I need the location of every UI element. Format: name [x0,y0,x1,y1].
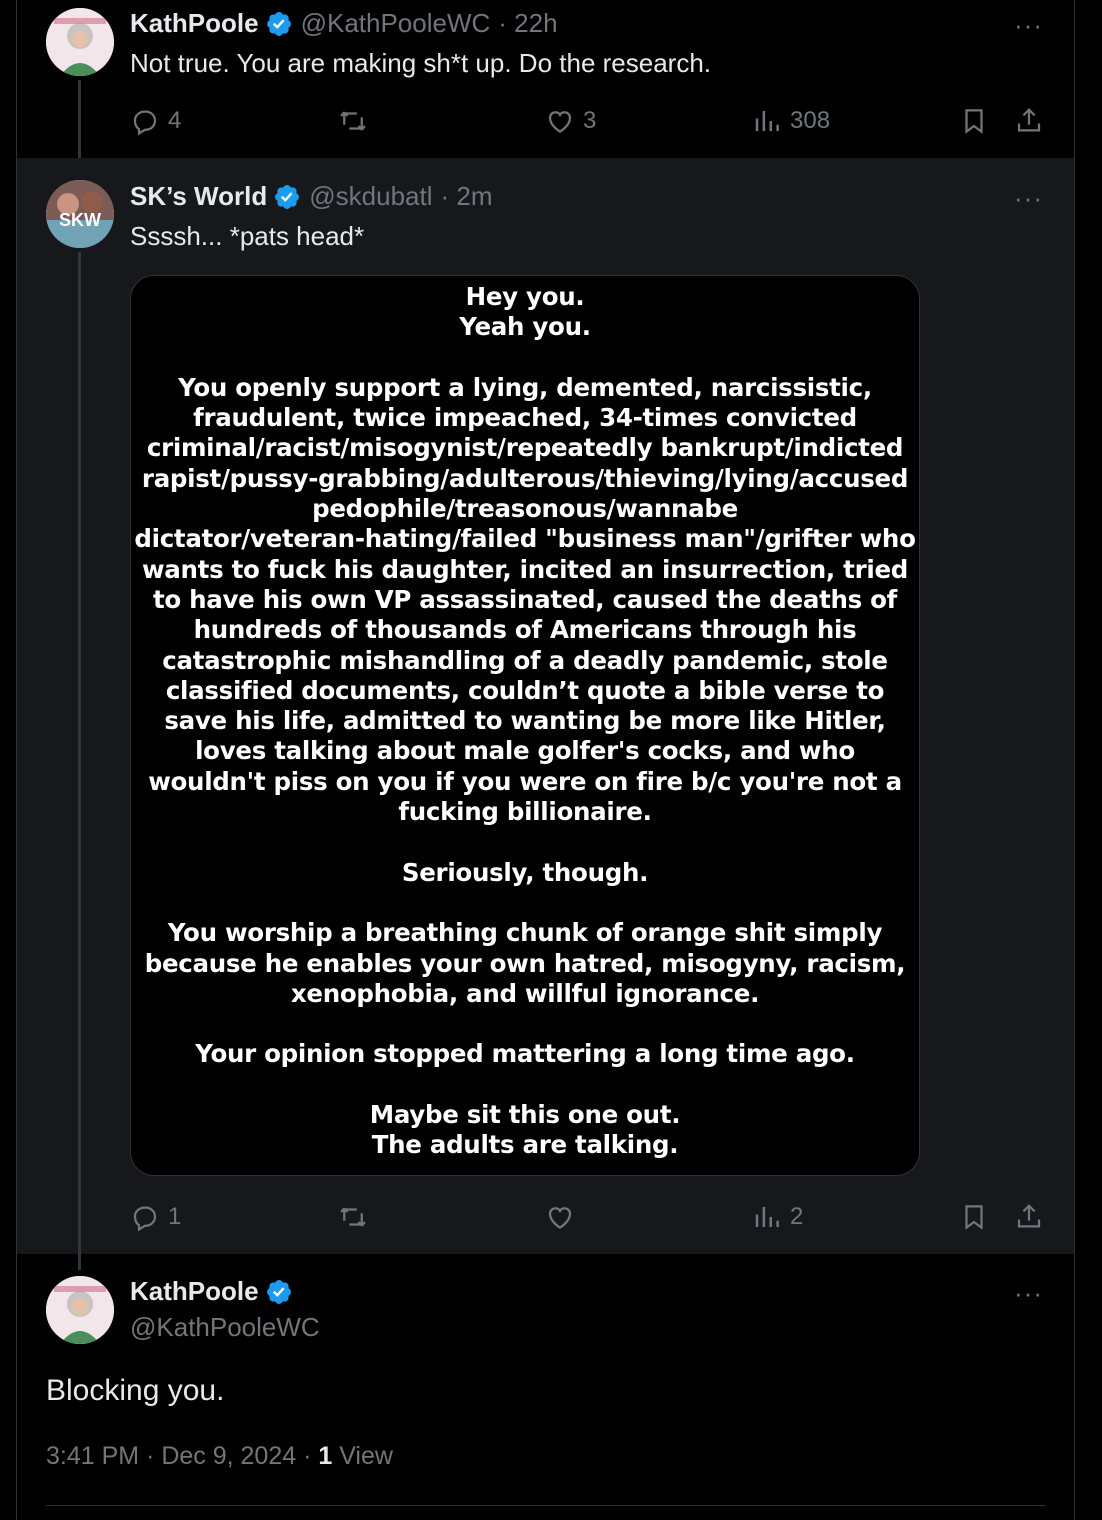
main-tweet-handle-row: @KathPooleWC [130,1312,320,1343]
repost-icon [340,111,366,131]
view-label: View [332,1442,393,1470]
author-handle[interactable]: @KathPooleWC [301,8,491,39]
author-name[interactable]: SK’s World [130,181,267,212]
view-count: 2 [790,1203,804,1230]
reply-button[interactable]: 1 [130,1202,181,1232]
verified-badge-icon [275,184,300,209]
author-name[interactable]: KathPoole [130,8,259,39]
share-icon [1017,1204,1041,1228]
verified-badge-icon [266,1279,291,1304]
tweet-text: Not true. You are making sh*t up. Do the… [130,48,712,78]
views-button[interactable]: 308 [752,106,830,136]
heart-icon [548,111,572,133]
more-options-icon[interactable]: ··· [1014,1278,1043,1309]
image-text: Hey you. Yeah you. You openly support a … [134,282,916,1160]
share-button[interactable] [1014,1202,1044,1232]
view-count: 308 [790,107,831,134]
like-count: 3 [583,107,597,134]
reply-count: 1 [168,1203,182,1230]
tweet-time[interactable]: · 22h [498,8,557,39]
reply-icon [133,1206,157,1232]
reply-count: 4 [168,107,182,134]
bookmark-button[interactable] [959,1202,989,1232]
more-options-icon[interactable]: ··· [1014,183,1043,214]
tweet-image[interactable]: Hey you. Yeah you. You openly support a … [130,275,920,1176]
tweet-timestamp[interactable]: 3:41 PM · Dec 9, 2024 · [46,1442,318,1470]
view-count: 1 [318,1442,333,1470]
column-right-border [1074,0,1075,1520]
like-button[interactable] [545,1202,583,1232]
more-options-icon[interactable]: ··· [1014,10,1043,41]
analytics-icon [755,111,779,131]
reply-icon [133,110,157,136]
share-button[interactable] [1014,106,1044,136]
analytics-icon [755,1207,779,1227]
verified-badge-icon [266,11,291,36]
main-tweet-text: Blocking you. [46,1374,225,1407]
share-icon [1017,108,1041,132]
thread-connector-2 [78,252,81,1270]
avatar-watermark: SKW [59,210,101,230]
repost-button[interactable] [338,1202,376,1232]
repost-button[interactable] [338,106,376,136]
views-button[interactable]: 2 [752,1202,803,1232]
tweet-meta: 3:41 PM · Dec 9, 2024 · 1 View [46,1442,393,1471]
reply-button[interactable]: 4 [130,106,181,136]
main-tweet-name-row: KathPoole [130,1276,293,1307]
tweet-1-header: KathPoole @KathPooleWC · 22h [130,8,558,39]
like-button[interactable]: 3 [545,106,596,136]
heart-icon [548,1207,572,1229]
author-name[interactable]: KathPoole [130,1276,259,1307]
repost-icon [340,1207,366,1227]
avatar-skdubatl[interactable]: SKW [46,180,114,248]
tweet-time[interactable]: · 2m [440,181,492,212]
author-handle[interactable]: @skdubatl [309,181,432,212]
tweet-2-header: SK’s World @skdubatl · 2m [130,181,492,212]
author-handle[interactable]: @KathPooleWC [130,1312,320,1343]
bookmark-button[interactable] [959,106,989,136]
divider [46,1505,1046,1506]
tweet-text: Ssssh... *pats head* [130,221,365,251]
bookmark-icon [965,1205,983,1230]
avatar-kathpoole[interactable] [46,1276,114,1344]
bookmark-icon [965,109,983,134]
avatar-kathpoole[interactable] [46,8,114,76]
